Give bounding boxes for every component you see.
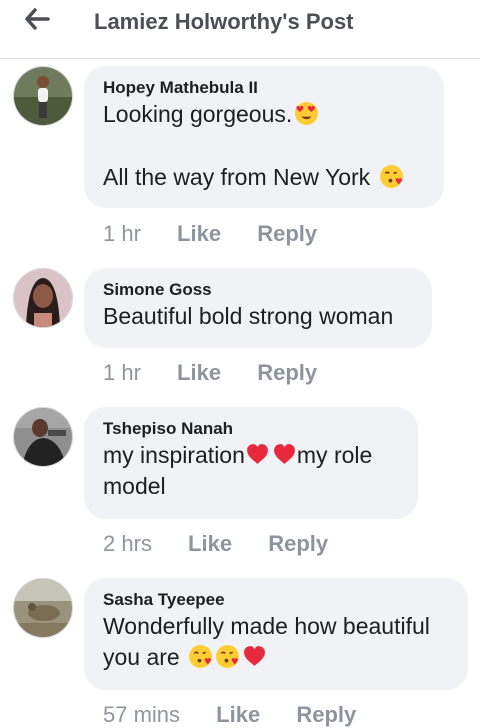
comment-bubble[interactable]: Simone Goss Beautiful bold strong woman — [84, 268, 432, 348]
comment-text: Looking gorgeous. All the way from New Y… — [103, 99, 424, 193]
comment-actions: 1 hr Like Reply — [103, 221, 317, 247]
comment-line: my role — [296, 442, 373, 468]
comment-bubble[interactable]: Sasha Tyeepee Wonderfully made how beaut… — [84, 578, 468, 690]
blowing-kiss-emoji-icon — [379, 165, 403, 188]
reply-button[interactable]: Reply — [268, 531, 328, 557]
commenter-name[interactable]: Sasha Tyeepee — [103, 589, 448, 611]
comment-time: 1 hr — [103, 221, 141, 246]
avatar[interactable] — [13, 268, 73, 328]
top-bar: Lamiez Holworthy's Post — [0, 0, 480, 59]
commenter-name[interactable]: Hopey Mathebula II — [103, 77, 424, 99]
avatar[interactable] — [13, 407, 73, 467]
comment-time: 1 hr — [103, 360, 141, 385]
red-heart-emoji-icon — [273, 444, 295, 464]
comment-text: Wonderfully made how beautiful you are — [103, 611, 448, 673]
comment-text: Beautiful bold strong woman — [103, 303, 394, 329]
comment-line: my inspiration — [103, 442, 245, 468]
comment-actions: 2 hrs Like Reply — [103, 531, 328, 557]
avatar-photo — [14, 579, 72, 637]
comment-line: model — [103, 473, 166, 499]
like-button[interactable]: Like — [177, 221, 221, 247]
comment-bubble[interactable]: Hopey Mathebula II Looking gorgeous. All… — [84, 66, 444, 208]
avatar-photo — [14, 408, 72, 466]
commenter-name[interactable]: Simone Goss — [103, 279, 412, 301]
avatar-photo — [14, 269, 72, 327]
back-button[interactable] — [22, 6, 52, 32]
comment-line: All the way from New York — [103, 164, 371, 190]
comment-text: my inspiration my role model — [103, 440, 398, 502]
red-heart-emoji-icon — [244, 646, 266, 666]
red-heart-emoji-icon — [246, 444, 268, 464]
heart-eyes-emoji-icon — [295, 102, 319, 125]
comment-time: 2 hrs — [103, 531, 152, 556]
blowing-kiss-emoji-icon — [189, 645, 213, 668]
comment-line: Looking gorgeous. — [103, 101, 293, 127]
blowing-kiss-emoji-icon — [216, 645, 240, 668]
avatar-photo — [14, 67, 72, 125]
comment-actions: 57 mins Like Reply — [103, 702, 356, 728]
commenter-name[interactable]: Tshepiso Nanah — [103, 418, 398, 440]
comment-time: 57 mins — [103, 702, 181, 727]
arrow-left-icon — [25, 8, 50, 30]
like-button[interactable]: Like — [216, 702, 260, 728]
reply-button[interactable]: Reply — [296, 702, 356, 728]
reply-button[interactable]: Reply — [257, 221, 317, 247]
avatar[interactable] — [13, 66, 73, 126]
comment-line: you are — [103, 644, 180, 670]
like-button[interactable]: Like — [177, 360, 221, 386]
avatar[interactable] — [13, 578, 73, 638]
reply-button[interactable]: Reply — [257, 360, 317, 386]
comment-line: Wonderfully made how beautiful — [103, 613, 430, 639]
page-title: Lamiez Holworthy's Post — [94, 9, 354, 34]
comment-actions: 1 hr Like Reply — [103, 360, 317, 386]
like-button[interactable]: Like — [188, 531, 232, 557]
comment-bubble[interactable]: Tshepiso Nanah my inspiration my role mod… — [84, 407, 418, 519]
